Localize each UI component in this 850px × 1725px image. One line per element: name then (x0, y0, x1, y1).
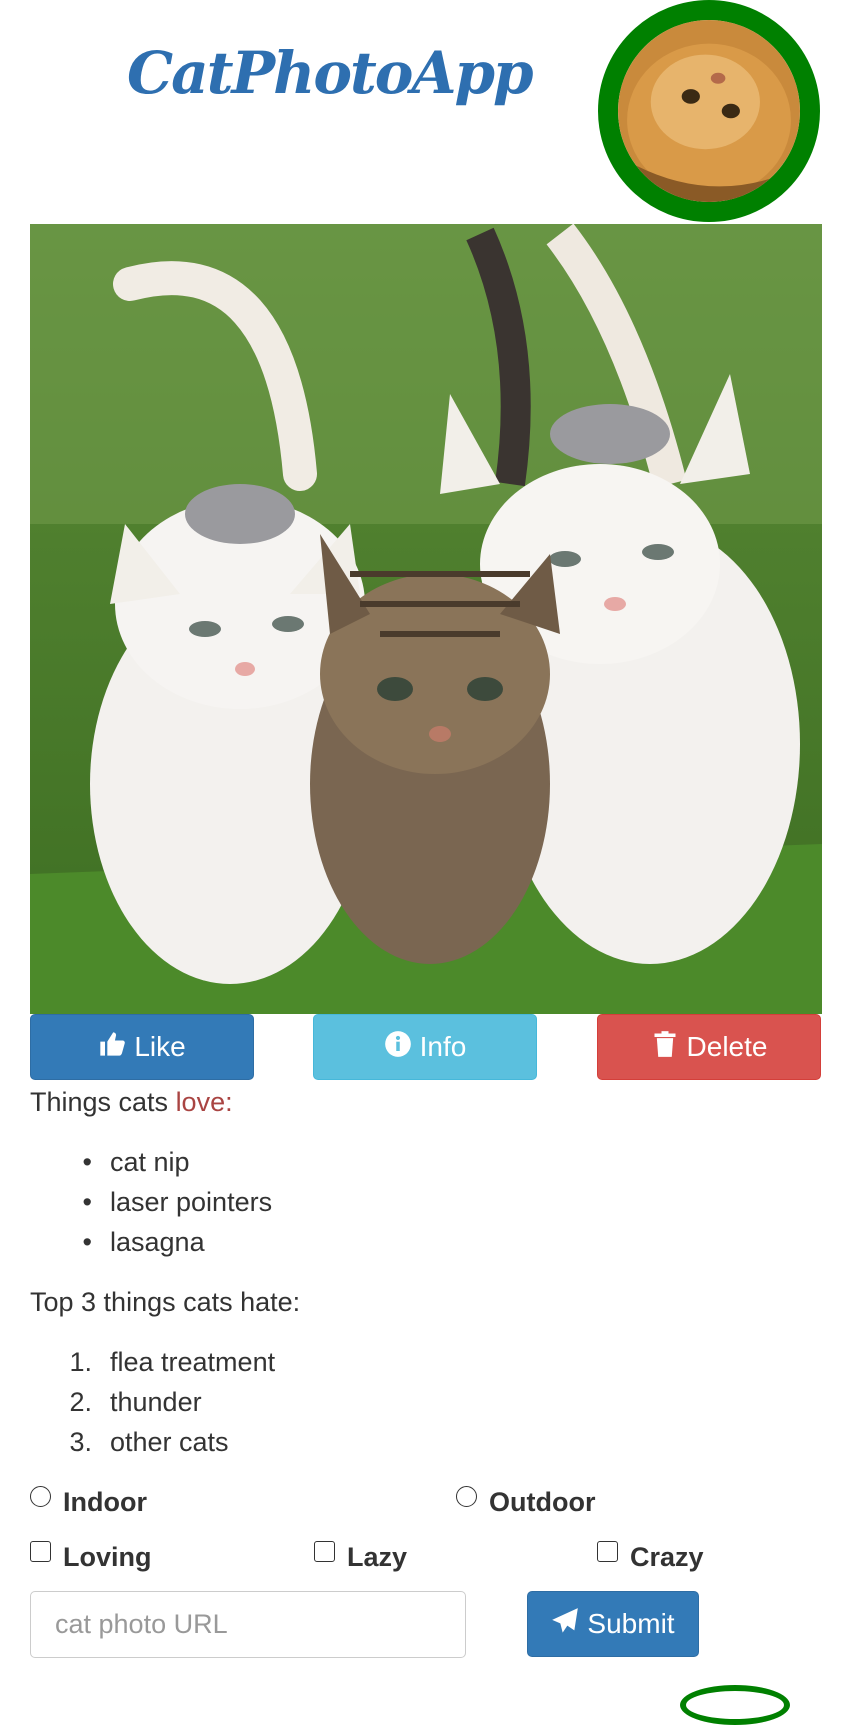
info-button[interactable]: Info (313, 1014, 537, 1080)
info-circle-icon (384, 1030, 412, 1065)
checkbox-crazy[interactable]: Crazy (597, 1541, 704, 1573)
radio-circle[interactable] (456, 1486, 477, 1507)
paper-plane-icon (551, 1607, 579, 1642)
list-item: • laser pointers (82, 1187, 273, 1217)
love-highlight: love: (175, 1087, 233, 1117)
thumbs-up-icon (98, 1030, 126, 1065)
hate-list: 1. flea treatment 2. thunder 3. other cats (62, 1342, 275, 1462)
love-heading: Things cats love: (30, 1087, 233, 1118)
radio-outdoor[interactable]: Outdoor (456, 1486, 596, 1518)
checkbox-label: Crazy (630, 1542, 704, 1572)
checkbox-loving[interactable]: Loving (30, 1541, 152, 1573)
submit-label: Submit (587, 1608, 675, 1639)
cat-avatar-image[interactable] (598, 0, 820, 222)
avatar-peek (680, 1685, 790, 1725)
radio-label: Outdoor (489, 1487, 596, 1517)
submit-button[interactable]: Submit (527, 1591, 699, 1657)
checkbox-label: Loving (63, 1542, 152, 1572)
like-button[interactable]: Like (30, 1014, 254, 1080)
list-item: 2. thunder (69, 1387, 202, 1417)
delete-button[interactable]: Delete (597, 1014, 821, 1080)
cat-photo-url-input[interactable] (30, 1591, 466, 1658)
list-item: 3. other cats (69, 1427, 229, 1457)
checkbox-box[interactable] (597, 1541, 618, 1562)
checkbox-box[interactable] (30, 1541, 51, 1562)
list-item: 1. flea treatment (69, 1347, 276, 1377)
like-label: Like (134, 1031, 186, 1062)
kittens-photo (30, 224, 822, 1014)
radio-indoor[interactable]: Indoor (30, 1486, 147, 1518)
radio-circle[interactable] (30, 1486, 51, 1507)
list-item: • cat nip (82, 1147, 190, 1177)
love-list: • cat nip • laser pointers • lasagna (62, 1142, 273, 1262)
checkbox-lazy[interactable]: Lazy (314, 1541, 408, 1573)
list-item: • lasagna (82, 1227, 205, 1257)
radio-label: Indoor (63, 1487, 147, 1517)
hate-heading: Top 3 things cats hate: (30, 1287, 301, 1317)
info-label: Info (419, 1031, 467, 1062)
delete-label: Delete (686, 1031, 768, 1062)
trash-icon (651, 1030, 679, 1065)
checkbox-label: Lazy (347, 1542, 408, 1572)
app-title: CatPhotoApp (127, 39, 534, 107)
checkbox-box[interactable] (314, 1541, 335, 1562)
love-heading-prefix: Things cats (30, 1087, 176, 1117)
